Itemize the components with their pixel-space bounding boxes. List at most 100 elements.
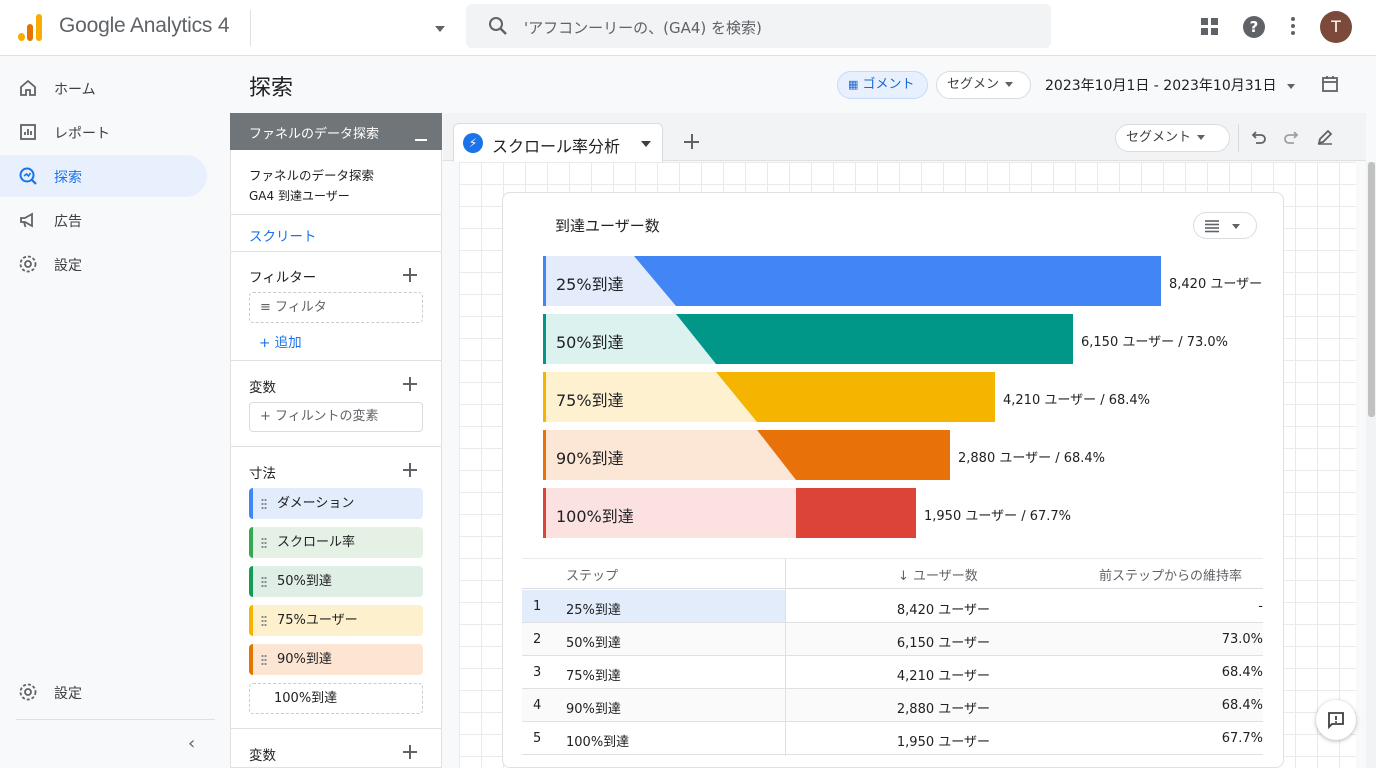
section-divider (231, 251, 441, 252)
dimension-label: 90%到達 (277, 652, 332, 667)
scrollbar-thumb[interactable] (1368, 162, 1375, 417)
segment-comparison-dropdown[interactable]: セグメント (1115, 124, 1230, 152)
add-tab-plus-icon[interactable] (684, 134, 699, 149)
nav-item-explore[interactable]: 探索 (0, 155, 207, 197)
avatar[interactable]: T (1320, 11, 1352, 43)
apps-grid-icon[interactable] (1201, 18, 1219, 36)
add-variable-plus-icon[interactable] (403, 377, 417, 391)
minimize-icon[interactable] (415, 139, 427, 141)
nav-item-advertising[interactable]: 広告 (0, 199, 207, 241)
table-row[interactable] (522, 590, 1263, 623)
add-variable-box[interactable]: + フィルントの変素 (249, 402, 423, 432)
collapse-nav-chevron-left-icon[interactable]: ‹ (188, 735, 202, 753)
date-range-label: 2023年10月1日 - 2023年10月31日 (1045, 78, 1277, 94)
dimension-chip[interactable]: ダメーション (249, 488, 423, 519)
drag-handle-icon[interactable] (261, 654, 267, 666)
drag-handle-icon[interactable] (261, 498, 267, 510)
search-input[interactable]: 'アフコンーリーの、(GA4) を検索) (524, 17, 762, 38)
property-picker-chevron-down-icon[interactable] (435, 26, 445, 32)
column-divider (785, 558, 786, 756)
dimension-label: 50%到達 (277, 574, 332, 589)
filter-input[interactable]: ≡ フィルタ (249, 292, 423, 323)
add-variable-plus-icon[interactable] (403, 745, 417, 759)
dimension-chip[interactable]: 90%到達 (249, 644, 423, 675)
exploration-name[interactable]: ファネルのデータ探索 (249, 165, 374, 184)
analytics-logo-icon[interactable] (18, 13, 46, 41)
dimensions-section-label: 寸法 (249, 466, 276, 482)
column-header-users[interactable]: ↓ ユーザー数 (898, 565, 978, 584)
date-range-picker[interactable]: 2023年10月1日 - 2023年10月31日 (1045, 75, 1295, 95)
drag-handle-icon[interactable] (261, 615, 267, 627)
chevron-down-icon (1005, 82, 1014, 87)
cell-step-number: 1 (533, 599, 542, 614)
explore-icon (19, 167, 37, 185)
nav-item-admin-settings[interactable]: 設定 (0, 671, 207, 713)
row-highlight (522, 590, 785, 622)
segment-label: セグメン (947, 77, 1000, 92)
filter-section-label: フィルター (249, 270, 317, 286)
home-icon (20, 79, 36, 96)
cell-step-name: 50%到達 (566, 636, 621, 651)
dimension-label: スクロール率 (277, 535, 356, 550)
nav-item-label: 設定 (54, 258, 82, 274)
nav-item-settings[interactable]: 設定 (0, 243, 207, 285)
column-header-step[interactable]: ステップ (566, 565, 618, 584)
redo-icon[interactable] (1283, 128, 1301, 146)
help-icon[interactable]: ? (1243, 16, 1265, 38)
chevron-down-icon (1197, 135, 1206, 140)
drag-handle-icon[interactable] (261, 537, 267, 549)
funnel-step-value: 2,880 ユーザー / 68.4% (958, 451, 1106, 466)
comment-button[interactable]: ▦ ゴメント (837, 71, 928, 99)
dimension-empty-slot[interactable]: 100%到達 (249, 683, 423, 714)
add-link[interactable]: + 追加 (259, 331, 302, 351)
more-options-icon[interactable] (1291, 17, 1295, 37)
exploration-technique-icon: ⚡ (463, 133, 483, 153)
cell-users: 4,210 ユーザー (896, 669, 990, 684)
script-link[interactable]: スクリート (249, 225, 317, 245)
funnel-step-value: 6,150 ユーザー / 73.0% (1081, 335, 1229, 350)
comment-label: ゴメント (862, 77, 915, 92)
undo-icon[interactable] (1249, 128, 1267, 146)
calendar-icon[interactable] (1321, 75, 1339, 93)
variables-section-label-2: 変数 (249, 748, 276, 764)
cell-retention-rate: 67.7% (1221, 731, 1263, 746)
cell-step-number: 5 (533, 731, 542, 746)
dimension-label: ダメーション (277, 496, 355, 511)
segment-dropdown[interactable]: セグメン (936, 71, 1031, 99)
cell-users: 6,150 ユーザー (896, 636, 990, 651)
nav-item-label: 設定 (54, 686, 82, 702)
column-header-retention[interactable]: 前ステップからの維持率 (1099, 565, 1242, 584)
table-row[interactable] (522, 722, 1263, 755)
add-dimension-plus-icon[interactable] (403, 463, 417, 477)
nav-item-label: 広告 (54, 214, 82, 230)
cell-retention-rate: 68.4% (1221, 698, 1263, 713)
exploration-subtitle: GA4 到達ユーザー (249, 189, 350, 203)
tab-chevron-down-icon[interactable] (641, 141, 651, 147)
add-filter-plus-icon[interactable] (403, 268, 417, 282)
cell-step-name: 90%到達 (566, 702, 621, 717)
feedback-button[interactable] (1316, 700, 1356, 740)
table-row[interactable] (522, 656, 1263, 689)
funnel-step-label: 50%到達 (556, 333, 624, 352)
search-bar[interactable]: 'アフコンーリーの、(GA4) を検索) (466, 4, 1051, 48)
tab-scroll-analysis[interactable]: ⚡ スクロール率分析 (453, 123, 663, 162)
nav-item-label: ホーム (54, 82, 96, 98)
dimension-chip[interactable]: 75%ユーザー (249, 605, 423, 636)
dimension-chip[interactable]: 50%到達 (249, 566, 423, 597)
nav-item-label: レポート (54, 126, 110, 142)
visualization-selector[interactable] (1193, 212, 1257, 239)
funnel-step-value: 1,950 ユーザー / 67.7% (924, 509, 1072, 524)
drag-handle-icon[interactable] (261, 576, 267, 588)
cell-users: 8,420 ユーザー (896, 603, 990, 618)
gear-icon (19, 255, 37, 273)
chevron-down-icon (1232, 224, 1240, 229)
funnel-step-value: 8,420 ユーザー (1169, 277, 1263, 292)
chevron-down-icon (1286, 83, 1295, 89)
nav-item-reports[interactable]: レポート (0, 111, 207, 153)
table-row[interactable] (522, 689, 1263, 722)
table-row[interactable] (522, 623, 1263, 656)
dimension-chip[interactable]: スクロール率 (249, 527, 423, 558)
section-divider (231, 360, 441, 361)
edit-icon[interactable] (1316, 128, 1334, 146)
nav-item-home[interactable]: ホーム (0, 67, 207, 109)
